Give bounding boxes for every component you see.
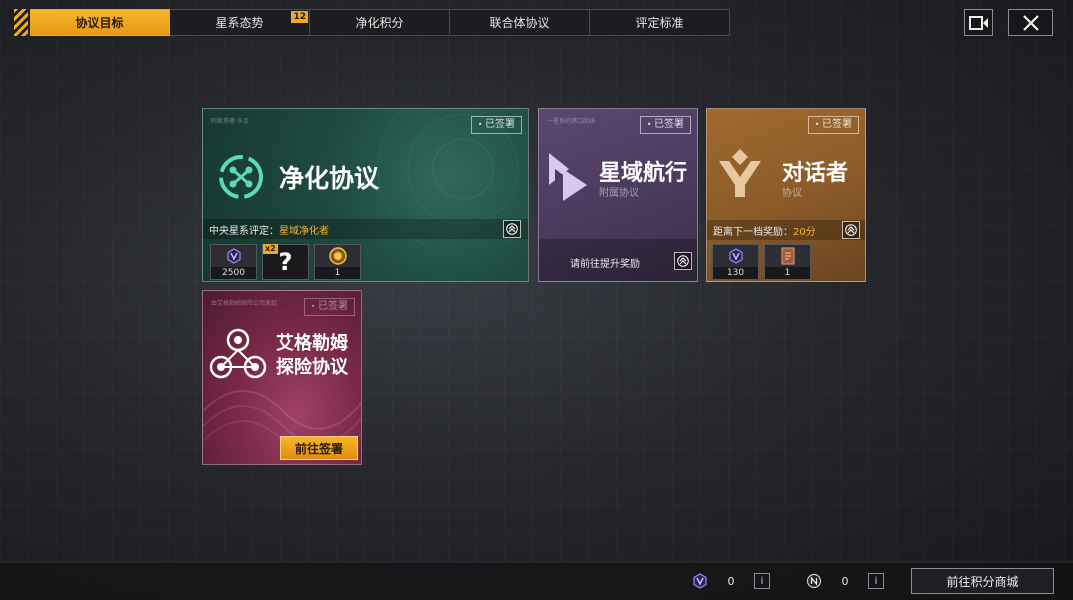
card-title: 对话者	[782, 161, 849, 186]
card-title: 星域航行	[599, 161, 688, 186]
purify-protocol-card[interactable]: 阿斯塔德·多克 已签署 净化协议 中央星系评定： 星域净化者 2500 x2 ?	[202, 108, 529, 282]
star-voyage-icon	[549, 153, 587, 201]
reward-slot[interactable]: 1	[314, 244, 361, 280]
card-fine-print: 一星系的港口航线	[547, 118, 596, 125]
agram-expedition-icon	[209, 328, 267, 379]
purify-protocol-icon	[219, 155, 263, 199]
signed-status: 已签署	[470, 116, 522, 134]
action-text: 请前往提升奖励	[570, 259, 640, 270]
signed-status: 已签署	[303, 298, 355, 316]
v-token-icon	[728, 248, 743, 264]
v-currency-info-button[interactable]: i	[754, 573, 770, 589]
interlocutor-card[interactable]: 已签署 对话者 协议 距离下一档奖励： 20分 130	[706, 108, 866, 282]
reward-slot[interactable]: x2 ?	[262, 244, 309, 280]
upgrade-button[interactable]	[503, 220, 521, 238]
go-sign-label: 前往签署	[294, 441, 343, 456]
v-token-icon	[226, 248, 241, 264]
go-sign-button[interactable]: 前往签署	[280, 436, 358, 460]
record-video-button[interactable]	[964, 9, 993, 36]
card-subtitle: 附属协议	[599, 188, 639, 199]
close-button[interactable]	[1008, 9, 1053, 36]
n-currency-amount: 0	[841, 574, 849, 588]
card-subtitle: 协议	[782, 188, 802, 199]
tab-label: 净化积分	[355, 16, 404, 30]
tab-label: 评定标准	[635, 16, 684, 30]
reward-slot[interactable]: 1	[764, 244, 811, 280]
double-chevron-up-icon	[845, 224, 857, 236]
next-reward-value: 20分	[793, 226, 816, 238]
tab-purify-points[interactable]: 净化积分	[310, 9, 450, 36]
signed-status: 已签署	[639, 116, 691, 134]
reward-amount: 2500	[211, 267, 256, 279]
v-token-icon	[693, 573, 707, 589]
tab-count-badge: 12	[291, 11, 308, 23]
upgrade-button[interactable]	[842, 221, 860, 239]
upgrade-button[interactable]	[674, 252, 692, 270]
card-title-line-1: 艾格勒姆	[276, 333, 348, 354]
reward-amount: 130	[713, 267, 758, 279]
reward-slot[interactable]: 2500	[210, 244, 257, 280]
tab-protocol-goals[interactable]: 协议目标	[30, 9, 170, 36]
tab-label: 协议目标	[75, 16, 124, 30]
card-fine-print: 阿斯塔德·多克	[211, 118, 249, 125]
close-icon	[1022, 14, 1039, 31]
card-title-line-2: 探险协议	[276, 357, 348, 378]
star-voyage-card[interactable]: 一星系的港口航线 已签署 星域航行 附属协议 请前往提升奖励	[538, 108, 698, 282]
tab-alliance-protocol[interactable]: 联合体协议	[450, 9, 590, 36]
rating-label: 中央星系评定：	[209, 225, 279, 237]
agram-expedition-card[interactable]: 由艾格勒姆探险公司发起 已签署 艾格勒姆 探险协议 前往签署	[202, 290, 362, 465]
tab-evaluation-criteria[interactable]: 评定标准	[590, 9, 730, 36]
rating-value: 星域净化者	[279, 225, 329, 237]
tab-galaxy-situation[interactable]: 星系态势 12	[170, 9, 310, 36]
document-scroll-icon	[781, 247, 794, 265]
double-chevron-up-icon	[677, 255, 689, 267]
tab-label: 星系态势	[215, 16, 264, 30]
gold-medal-icon	[328, 247, 347, 265]
reward-multiplier: x2	[263, 244, 278, 254]
card-fine-print: 由艾格勒姆探险公司发起	[211, 300, 278, 307]
double-chevron-up-icon	[506, 223, 518, 235]
rating-row: 中央星系评定： 星域净化者	[203, 219, 528, 239]
go-points-shop-button[interactable]: 前往积分商城	[911, 568, 1054, 594]
question-mark-icon: ?	[278, 248, 293, 276]
signed-status: 已签署	[807, 116, 859, 134]
reward-amount: 1	[315, 267, 360, 279]
shop-button-label: 前往积分商城	[946, 574, 1019, 589]
card-title: 净化协议	[279, 164, 380, 193]
v-currency-amount: 0	[727, 574, 735, 588]
reward-slot[interactable]: 130	[712, 244, 759, 280]
v-currency-display: 0 i	[692, 572, 770, 590]
reward-amount: 1	[765, 267, 810, 279]
video-camera-icon	[968, 15, 988, 30]
tab-bar-decoration	[14, 9, 28, 36]
n-currency-display: 0 i	[806, 572, 884, 590]
tab-label: 联合体协议	[489, 16, 550, 30]
next-reward-label: 距离下一档奖励：	[713, 226, 793, 238]
top-tab-bar: 协议目标 星系态势 12 净化积分 联合体协议 评定标准	[14, 9, 730, 36]
action-row: 请前往提升奖励	[539, 239, 697, 281]
n-token-icon	[806, 573, 822, 589]
n-currency-info-button[interactable]: i	[868, 573, 884, 589]
interlocutor-icon	[719, 149, 761, 197]
